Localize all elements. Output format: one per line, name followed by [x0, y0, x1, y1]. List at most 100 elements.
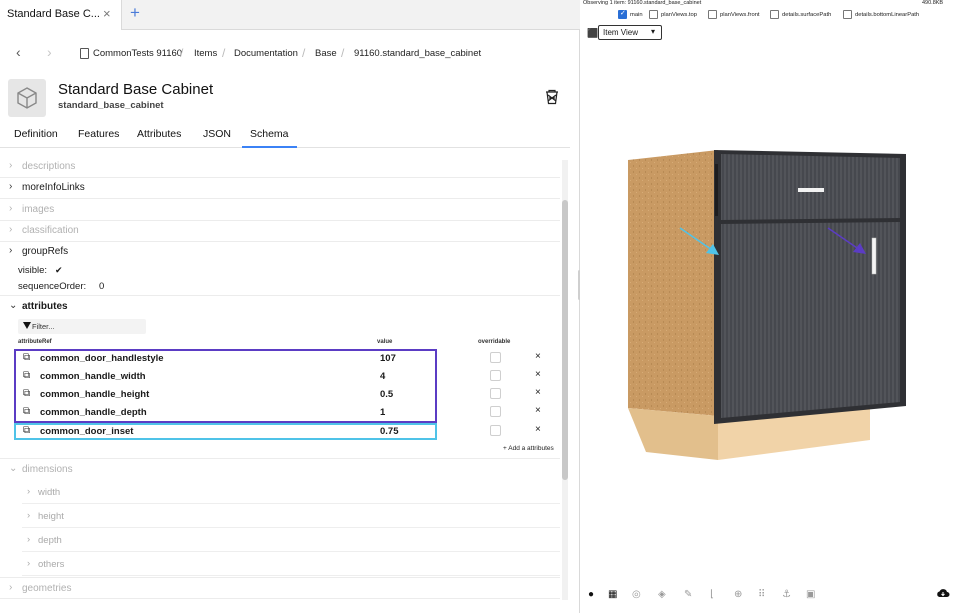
remove-attribute-icon[interactable]: × [535, 351, 541, 362]
tab-definition[interactable]: Definition [14, 128, 58, 140]
breadcrumb-item[interactable]: CommonTests 91160 [93, 48, 182, 59]
brush-icon[interactable]: ✎ [684, 589, 692, 600]
subsection-others[interactable]: › others [22, 552, 560, 576]
tab-json[interactable]: JSON [203, 128, 231, 140]
chevron-right-icon: › [9, 203, 13, 214]
view-checkbox[interactable] [708, 10, 717, 19]
breadcrumb-current: 91160.standard_base_cabinet [354, 48, 482, 59]
subsection-width[interactable]: › width [22, 480, 560, 504]
file-size: 490.8KB [922, 0, 944, 6]
section-descriptions[interactable]: › descriptions [0, 156, 560, 178]
remove-attribute-icon[interactable]: × [535, 369, 541, 380]
view-checkbox[interactable] [843, 10, 852, 19]
remove-attribute-icon[interactable]: × [535, 424, 541, 435]
breadcrumb-item[interactable]: Documentation [234, 48, 298, 59]
tab-features[interactable]: Features [78, 128, 119, 140]
filter-icon [23, 322, 31, 329]
view-checkbox[interactable] [649, 10, 658, 19]
section-moreinfolinks[interactable]: › moreInfoLinks [0, 177, 560, 199]
close-icon[interactable]: × [103, 6, 111, 21]
drawer-reveal-left [715, 164, 718, 216]
view-checkbox[interactable] [770, 10, 779, 19]
cabinet-side-panel [628, 150, 718, 416]
back-icon[interactable]: ‹ [16, 44, 21, 60]
grid-icon[interactable]: ▦ [608, 589, 617, 600]
highlight-box-door-inset [14, 423, 437, 440]
section-label: attributes [22, 301, 68, 312]
corner-icon[interactable]: ⌊ [710, 589, 714, 600]
subsection-height[interactable]: › height [22, 504, 560, 528]
add-tab-icon[interactable]: + [130, 3, 140, 23]
remove-attribute-icon[interactable]: × [535, 387, 541, 398]
target-icon[interactable]: ⊕ [734, 589, 742, 600]
document-tab[interactable]: Standard Base C... × [0, 0, 122, 30]
breadcrumb-separator: / [341, 46, 345, 60]
tab-attributes[interactable]: Attributes [137, 128, 181, 140]
tab-bar: Standard Base C... × + [0, 0, 580, 30]
column-header-ref: attributeRef [18, 339, 52, 345]
cabinet-drawer-front [721, 154, 900, 220]
item-code: standard_base_cabinet [58, 100, 164, 111]
view-checkbox[interactable] [618, 9, 627, 19]
chevron-right-icon: › [9, 245, 13, 256]
overridable-checkbox[interactable] [490, 352, 501, 363]
subsection-depth[interactable]: › depth [22, 528, 560, 552]
section-images[interactable]: › images [0, 199, 560, 221]
section-grouprefs[interactable]: › groupRefs [0, 241, 560, 263]
cube-outline-icon[interactable]: ◈ [658, 589, 666, 600]
section-attributes[interactable]: ⌄ attributes [0, 295, 560, 317]
observing-status: Observing 1 item: 91160.standard_base_ca… [583, 0, 702, 6]
breadcrumb-separator: / [222, 46, 226, 60]
tab-title: Standard Base C... [7, 8, 100, 20]
chevron-right-icon: › [9, 582, 13, 593]
breadcrumb-item[interactable]: Items [194, 48, 217, 59]
door-handle [871, 237, 877, 275]
frame-icon[interactable]: ▣ [806, 589, 815, 600]
view-mode-select[interactable]: Item View ▾ [598, 25, 662, 40]
chevron-right-icon: › [9, 224, 13, 235]
forward-icon[interactable]: › [47, 44, 52, 60]
chevron-down-icon: ▾ [651, 27, 656, 36]
section-label: dimensions [22, 464, 73, 475]
filter-placeholder: Filter... [32, 322, 55, 331]
view-label: planViews.front [720, 12, 760, 18]
section-geometries[interactable]: › geometries [0, 577, 560, 599]
dots-icon[interactable]: ⠿ [758, 589, 765, 600]
chevron-right-icon: › [27, 558, 31, 569]
cube-icon [17, 87, 37, 109]
section-label: groupRefs [22, 246, 69, 257]
view-mode-value: Item View [603, 28, 638, 37]
scrollbar-thumb[interactable] [562, 200, 568, 480]
overridable-checkbox[interactable] [490, 388, 501, 399]
breadcrumb-item[interactable]: Base [315, 48, 337, 59]
anchor-icon[interactable]: ⚓ [782, 589, 791, 600]
item-thumbnail [8, 79, 46, 117]
overridable-checkbox[interactable] [490, 425, 501, 436]
chevron-right-icon: › [27, 534, 31, 545]
cabinet-toe-kick-side [628, 408, 718, 460]
section-label: geometries [22, 583, 72, 594]
section-classification[interactable]: › classification [0, 220, 560, 242]
filter-input[interactable]: Filter... [18, 319, 146, 334]
disc-icon[interactable]: ◎ [632, 589, 641, 600]
overridable-checkbox[interactable] [490, 406, 501, 417]
subsection-label: width [38, 487, 61, 498]
add-attribute-button[interactable]: + Add a attributes [503, 445, 554, 452]
cabinet-3d-render[interactable] [620, 140, 920, 500]
viewer-toolbar: ● ▦ ◎ ◈ ✎ ⌊ ⊕ ⠿ ⚓ ▣ [580, 584, 953, 604]
palette-icon[interactable]: ● [588, 589, 594, 600]
section-label: images [22, 204, 55, 215]
page-title: Standard Base Cabinet [58, 81, 214, 98]
remove-attribute-icon[interactable]: × [535, 405, 541, 416]
breadcrumb-separator: / [302, 46, 306, 60]
view-label: planViews.top [661, 12, 697, 18]
column-header-value: value [377, 339, 393, 345]
tab-schema[interactable]: Schema [242, 128, 296, 148]
overridable-checkbox[interactable] [490, 370, 501, 381]
section-label: descriptions [22, 161, 76, 172]
left-pane: Standard Base C... × + ‹ › CommonTests 9… [0, 0, 580, 613]
section-dimensions[interactable]: ⌄ dimensions [0, 458, 560, 480]
cloud-download-icon[interactable] [936, 587, 950, 599]
trash-icon[interactable] [544, 89, 560, 105]
view-label: details.surfacePath [782, 12, 832, 18]
